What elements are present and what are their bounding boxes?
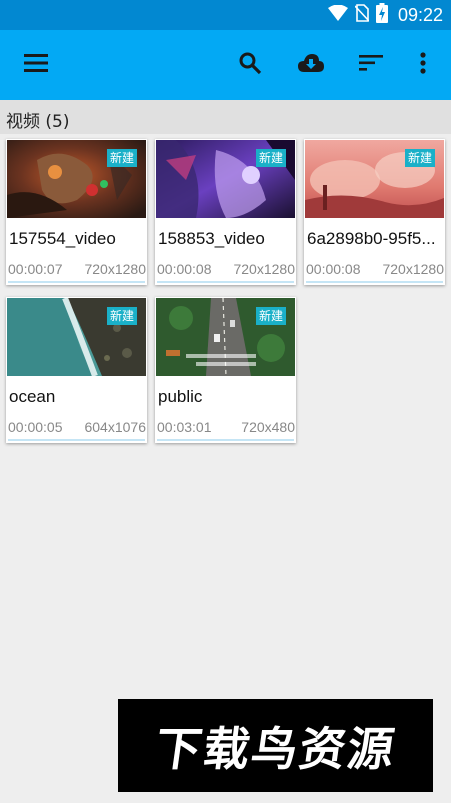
wifi-icon <box>327 4 348 25</box>
sort-icon <box>359 54 383 76</box>
more-options-button[interactable] <box>404 30 442 100</box>
progress-bar <box>157 281 294 283</box>
video-duration: 00:00:08 <box>157 261 212 277</box>
video-name: 157554_video <box>9 229 116 248</box>
search-icon <box>238 51 262 79</box>
video-name: public <box>158 387 203 406</box>
more-vert-icon <box>420 52 426 78</box>
video-duration: 00:00:07 <box>8 261 63 277</box>
section-header: 视频 (5) <box>0 100 451 134</box>
progress-bar <box>157 439 294 441</box>
cloud-download-icon <box>298 53 324 77</box>
new-badge: 新建 <box>106 307 137 325</box>
progress-bar <box>8 281 145 283</box>
video-resolution: 720x1280 <box>382 261 444 277</box>
no-sim-icon <box>354 4 370 26</box>
menu-icon <box>24 53 48 77</box>
watermark-banner: 下载鸟资源 <box>118 699 433 792</box>
progress-bar <box>8 439 145 441</box>
video-duration: 00:00:08 <box>306 261 361 277</box>
video-card[interactable]: 新建 public 00:03:01 720x480 <box>155 297 296 443</box>
video-name: 158853_video <box>158 229 265 248</box>
search-button[interactable] <box>228 30 272 100</box>
app-bar <box>0 30 451 100</box>
watermark-text: 下载鸟资源 <box>151 721 399 776</box>
new-badge: 新建 <box>106 149 137 167</box>
menu-button[interactable] <box>14 30 58 100</box>
video-resolution: 720x480 <box>241 419 295 435</box>
video-card[interactable]: 新建 6a2898b0-95f5... 00:00:08 720x1280 <box>304 139 445 285</box>
sort-button[interactable] <box>348 30 394 100</box>
video-name: ocean <box>9 387 56 406</box>
status-bar: 09:22 <box>0 0 451 30</box>
video-card[interactable]: 新建 157554_video 00:00:07 720x1280 <box>6 139 147 285</box>
video-resolution: 720x1280 <box>84 261 146 277</box>
section-title: 视频 (5) <box>6 112 70 132</box>
cloud-download-button[interactable] <box>288 30 334 100</box>
video-resolution: 604x1076 <box>84 419 146 435</box>
battery-charging-icon <box>375 3 388 27</box>
video-card[interactable]: 新建 158853_video 00:00:08 720x1280 <box>155 139 296 285</box>
status-time: 09:22 <box>397 4 443 25</box>
video-duration: 00:00:05 <box>8 419 63 435</box>
video-resolution: 720x1280 <box>233 261 295 277</box>
video-duration: 00:03:01 <box>157 419 212 435</box>
video-card[interactable]: 新建 ocean 00:00:05 604x1076 <box>6 297 147 443</box>
new-badge: 新建 <box>255 307 286 325</box>
progress-bar <box>306 281 443 283</box>
video-name: 6a2898b0-95f5... <box>307 229 436 248</box>
new-badge: 新建 <box>404 149 435 167</box>
new-badge: 新建 <box>255 149 286 167</box>
